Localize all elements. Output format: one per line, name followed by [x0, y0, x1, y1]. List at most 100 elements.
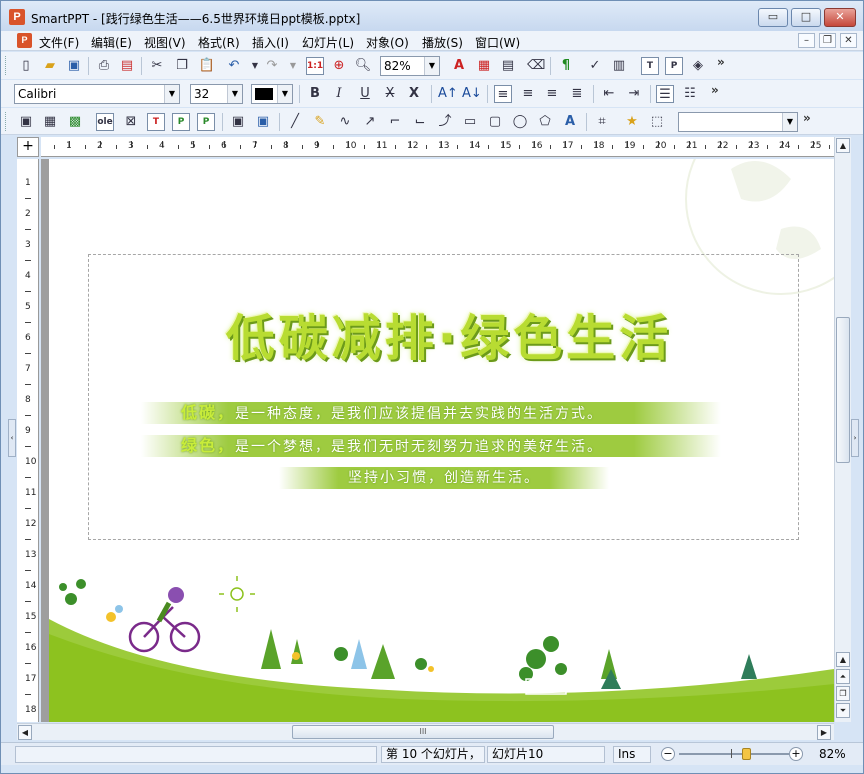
copy-slide-icon[interactable]: ❐	[836, 686, 850, 701]
redo-dropdown-icon[interactable]: ▼	[284, 57, 302, 75]
new-document-icon[interactable]: ▯	[17, 57, 35, 75]
align-right-icon[interactable]: ≡	[543, 85, 561, 103]
picture-icon[interactable]: ▩	[66, 113, 84, 131]
star-icon[interactable]: ★	[623, 113, 641, 131]
group-icon[interactable]: ▣	[229, 113, 247, 131]
chevron-down-icon[interactable]: ▼	[164, 85, 179, 103]
scroll-left-icon[interactable]: ◀	[18, 725, 32, 740]
line-icon[interactable]: ╱	[286, 113, 304, 131]
select-frame-icon[interactable]: ▣	[17, 113, 35, 131]
redo-icon[interactable]: ↷	[263, 57, 281, 75]
text-frame-icon[interactable]: T	[147, 113, 165, 131]
paragraph-mark-icon[interactable]: ¶	[557, 57, 575, 75]
transform-icon[interactable]: ⬚	[648, 113, 666, 131]
save-icon[interactable]: ▣	[65, 57, 83, 75]
ungroup-icon[interactable]: ▣	[254, 113, 272, 131]
outline-icon[interactable]: ▤	[499, 57, 517, 75]
ruler-corner[interactable]: +	[17, 137, 39, 157]
slide-textbox[interactable]	[88, 254, 799, 540]
undo-dropdown-icon[interactable]: ▼	[246, 57, 264, 75]
table-icon[interactable]: ▦	[41, 113, 59, 131]
menu-edit[interactable]: 编辑(E)	[91, 34, 132, 51]
strikethrough-button[interactable]: X	[381, 85, 399, 103]
rounded-rectangle-icon[interactable]: ▢	[486, 113, 504, 131]
maximize-button[interactable]: □	[791, 8, 821, 27]
menu-view[interactable]: 视图(V)	[144, 34, 186, 51]
slide-line-3[interactable]: 坚持小习惯，创造新生活。	[279, 467, 609, 489]
font-color-select[interactable]: ▼	[251, 84, 293, 104]
chevron-down-icon[interactable]: ▼	[424, 57, 439, 75]
menu-insert[interactable]: 插入(I)	[252, 34, 289, 51]
slide-headline[interactable]: 低碳减排·绿色生活	[129, 299, 769, 370]
toolbar-more-icon[interactable]: »	[711, 83, 719, 97]
underline-button[interactable]: U	[356, 85, 374, 103]
text-object-icon[interactable]: T	[641, 57, 659, 75]
frame-icon[interactable]: ⊠	[122, 113, 140, 131]
cut-icon[interactable]: ✂	[148, 57, 166, 75]
toolbar-more-icon[interactable]: »	[717, 55, 725, 69]
menu-format[interactable]: 格式(R)	[198, 34, 240, 51]
insert-image-icon[interactable]: ▦	[475, 57, 493, 75]
chevron-down-icon[interactable]: ▼	[782, 113, 797, 131]
next-slide-icon[interactable]: ⏷	[836, 703, 850, 718]
horizontal-scroll-thumb[interactable]: III	[292, 725, 554, 739]
ellipse-icon[interactable]: ◯	[511, 113, 529, 131]
chevron-down-icon[interactable]: ▼	[227, 85, 242, 103]
align-left-icon[interactable]: ≡	[494, 85, 512, 103]
export-pdf-icon[interactable]: ▤	[118, 57, 136, 75]
vertical-ruler[interactable]: 1 2 3 4 5 6 7 8 9 10 11 12 13 14 15 16 17 18	[17, 159, 39, 722]
toolbar-more-icon[interactable]: »	[803, 111, 811, 125]
toolbar-grip[interactable]	[5, 112, 8, 131]
scroll-up-arrow-icon[interactable]: ▲	[836, 652, 850, 667]
scroll-right-icon[interactable]: ▶	[817, 725, 831, 740]
print-icon[interactable]: ⎙	[95, 57, 113, 75]
font-name-select[interactable]: Calibri ▼	[14, 84, 180, 104]
horizontal-scrollbar[interactable]: ◀ III ▶	[17, 723, 834, 740]
page-frame-icon[interactable]: P	[172, 113, 190, 131]
doc-restore-button[interactable]: ❐	[819, 33, 836, 48]
crop-icon[interactable]: ⌗	[593, 113, 611, 131]
menu-slide[interactable]: 幻灯片(L)	[302, 34, 354, 51]
open-folder-icon[interactable]: ▰	[41, 57, 59, 75]
zoom-select[interactable]: 82% ▼	[380, 56, 440, 76]
zoom-slider-thumb[interactable]	[742, 748, 752, 760]
menu-object[interactable]: 对象(O)	[366, 34, 409, 51]
grow-font-icon[interactable]: A↑	[438, 85, 458, 103]
text-color-icon[interactable]: A	[450, 57, 468, 75]
menu-file[interactable]: 文件(F)	[39, 34, 79, 51]
zoom-slider-track[interactable]	[679, 753, 789, 755]
wordart-icon[interactable]: A	[561, 113, 579, 131]
doc-minimize-button[interactable]: –	[798, 33, 815, 48]
arrow-icon[interactable]: ↗	[361, 113, 379, 131]
layers-icon[interactable]: ◈	[689, 57, 707, 75]
document-icon[interactable]: P	[17, 33, 32, 48]
menu-window[interactable]: 窗口(W)	[475, 34, 520, 51]
shapes-icon[interactable]: ⬠	[536, 113, 554, 131]
chart-icon[interactable]: ▥	[610, 57, 628, 75]
doc-close-button[interactable]: ✕	[840, 33, 857, 48]
insert-mode[interactable]: Ins	[613, 746, 651, 763]
actual-size-icon[interactable]: 1:1	[306, 57, 324, 75]
pen-icon[interactable]: ✎	[311, 113, 329, 131]
increase-indent-icon[interactable]: ⇥	[625, 85, 643, 103]
spellcheck-icon[interactable]: ✓	[586, 57, 604, 75]
slide-line-2[interactable]: 绿色，是一个梦想，是我们无时无刻努力追求的美好生活。	[141, 435, 721, 457]
slide-line-1[interactable]: 低碳，是一种态度，是我们应该提倡并去实践的生活方式。	[141, 402, 721, 424]
toolbar-grip[interactable]	[5, 56, 8, 75]
zoom-in-button[interactable]: +	[789, 747, 803, 761]
vertical-scroll-thumb[interactable]	[836, 317, 850, 463]
font-size-select[interactable]: 32 ▼	[190, 84, 243, 104]
format-painter-icon[interactable]: ⌫	[527, 57, 545, 75]
shrink-font-icon[interactable]: A↓	[462, 85, 482, 103]
shape-style-select[interactable]: ▼	[678, 112, 798, 132]
zoom-icon[interactable]: 🔍︎	[354, 57, 372, 75]
decrease-indent-icon[interactable]: ⇤	[600, 85, 618, 103]
slide-canvas[interactable]: 低碳减排·绿色生活 低碳，是一种态度，是我们应该提倡并去实践的生活方式。 绿色，…	[41, 159, 834, 722]
right-panel-toggle[interactable]: ›	[851, 419, 859, 457]
justify-icon[interactable]: ≣	[568, 85, 586, 103]
clear-format-button[interactable]: X	[405, 85, 423, 103]
title-bar[interactable]: P SmartPPT - [践行绿色生活——6.5世界环境日ppt模板.pptx…	[1, 1, 863, 31]
app-icon[interactable]: P	[9, 9, 25, 25]
copy-icon[interactable]: ❐	[173, 57, 191, 75]
minimize-button[interactable]: ▭	[758, 8, 788, 27]
